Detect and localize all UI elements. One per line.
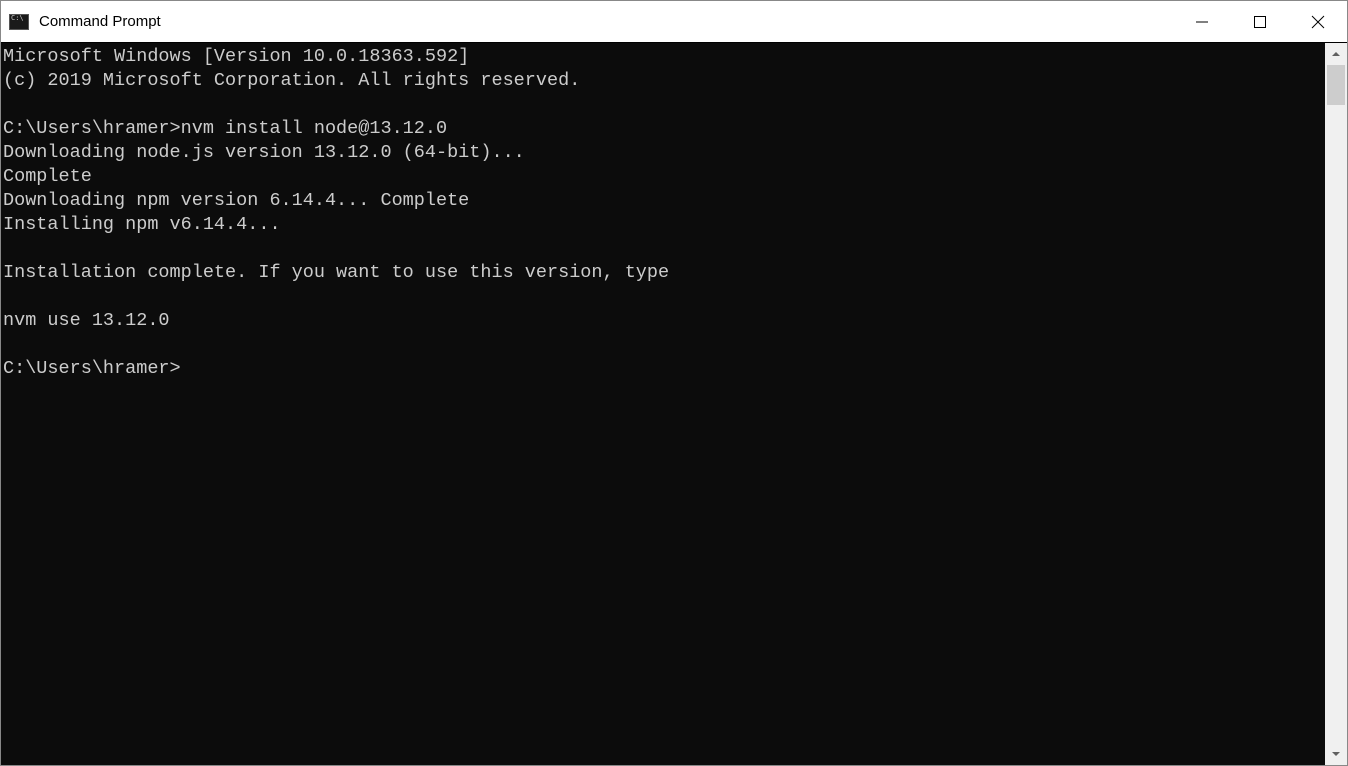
scrollbar[interactable] — [1325, 43, 1347, 765]
scroll-up-button[interactable] — [1325, 43, 1347, 65]
close-icon — [1311, 15, 1325, 29]
scroll-thumb[interactable] — [1327, 65, 1345, 105]
scroll-down-button[interactable] — [1325, 743, 1347, 765]
maximize-icon — [1253, 15, 1267, 29]
chevron-down-icon — [1331, 749, 1341, 759]
chevron-up-icon — [1331, 49, 1341, 59]
window-title: Command Prompt — [39, 13, 1173, 30]
minimize-icon — [1195, 15, 1209, 29]
terminal-output[interactable]: Microsoft Windows [Version 10.0.18363.59… — [1, 43, 1325, 765]
minimize-button[interactable] — [1173, 1, 1231, 42]
titlebar[interactable]: Command Prompt — [1, 1, 1347, 43]
maximize-button[interactable] — [1231, 1, 1289, 42]
window-controls — [1173, 1, 1347, 42]
terminal-area: Microsoft Windows [Version 10.0.18363.59… — [1, 43, 1347, 765]
close-button[interactable] — [1289, 1, 1347, 42]
scroll-track[interactable] — [1325, 65, 1347, 743]
app-icon — [9, 14, 29, 30]
